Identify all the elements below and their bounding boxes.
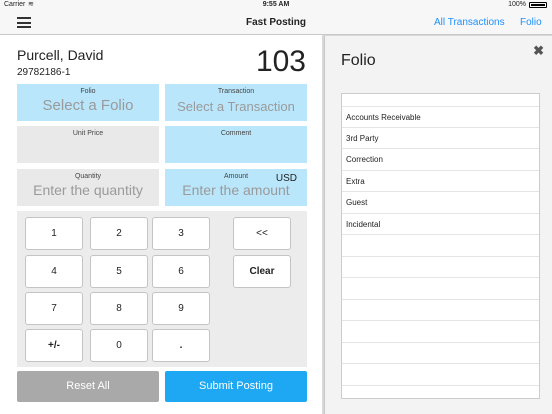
transaction-field-label: Transaction	[217, 88, 255, 95]
key-3[interactable]: 3	[152, 217, 210, 250]
close-icon[interactable]: ✖	[533, 43, 544, 59]
submit-posting-button[interactable]: Submit Posting	[165, 371, 307, 402]
comment-field[interactable]: Comment	[165, 126, 307, 163]
nav-bar: Fast Posting All Transactions Folio	[0, 10, 552, 35]
key-8[interactable]: 8	[90, 292, 148, 325]
list-item[interactable]: Incidental	[342, 214, 539, 235]
empty-row	[342, 343, 539, 364]
key-0[interactable]: 0	[90, 329, 148, 362]
all-transactions-link[interactable]: All Transactions	[434, 17, 505, 28]
empty-row	[342, 235, 539, 257]
comment-label: Comment	[220, 130, 252, 137]
amount-placeholder: Enter the amount	[182, 182, 290, 198]
key-4[interactable]: 4	[25, 255, 83, 288]
list-item[interactable]: Guest	[342, 192, 539, 214]
folio-field-label: Folio	[80, 88, 96, 95]
key-9[interactable]: 9	[152, 292, 210, 325]
quantity-field[interactable]: Quantity Enter the quantity	[17, 169, 159, 206]
battery-percent: 100%	[508, 1, 526, 8]
folio-panel: Folio ✖ Accounts Receivable 3rd Party Co…	[324, 36, 552, 414]
amount-field[interactable]: Amount USD Enter the amount	[165, 169, 307, 206]
status-time: 9:55 AM	[262, 1, 290, 8]
key-7[interactable]: 7	[25, 292, 83, 325]
key-1[interactable]: 1	[25, 217, 83, 250]
posting-panel: Purcell, David 29782186-1 103 Folio Sele…	[0, 35, 322, 414]
folio-panel-title: Folio	[341, 52, 376, 69]
status-bar: Carrier ≋ 9:55 AM 100%	[0, 0, 552, 10]
unit-price-field[interactable]: Unit Price	[17, 126, 159, 163]
list-item[interactable]: Correction	[342, 149, 539, 171]
backspace-key[interactable]: <<	[233, 217, 291, 250]
key-2[interactable]: 2	[90, 217, 148, 250]
folio-field[interactable]: Folio Select a Folio	[17, 84, 159, 121]
battery-icon	[529, 2, 547, 8]
unit-price-label: Unit Price	[72, 130, 104, 137]
currency-label: USD	[275, 173, 297, 184]
sign-toggle-key[interactable]: +/-	[25, 329, 83, 362]
empty-row	[342, 278, 539, 300]
key-6[interactable]: 6	[152, 255, 210, 288]
empty-row	[342, 321, 539, 343]
empty-row	[342, 300, 539, 321]
list-item[interactable]: 3rd Party	[342, 128, 539, 149]
hamburger-menu-icon[interactable]	[17, 17, 31, 28]
transaction-field[interactable]: Transaction Select a Transaction	[165, 84, 307, 121]
guest-name: Purcell, David	[17, 47, 104, 63]
room-number: 103	[255, 45, 306, 78]
quantity-label: Quantity	[74, 173, 102, 180]
transaction-field-placeholder: Select a Transaction	[177, 99, 295, 114]
folio-link[interactable]: Folio	[520, 17, 542, 28]
quantity-placeholder: Enter the quantity	[33, 182, 143, 198]
folio-list: Accounts Receivable 3rd Party Correction…	[341, 93, 540, 399]
clear-key[interactable]: Clear	[233, 255, 291, 288]
list-item[interactable]: Extra	[342, 171, 539, 192]
keypad: 1 2 3 << 4 5 6 Clear 7 8 9 +/- 0 .	[17, 211, 307, 367]
decimal-key[interactable]: .	[152, 329, 210, 362]
empty-row	[342, 364, 539, 386]
empty-row	[342, 257, 539, 278]
guest-id: 29782186-1	[17, 67, 71, 78]
list-item[interactable]: Accounts Receivable	[342, 106, 539, 128]
key-5[interactable]: 5	[90, 255, 148, 288]
folio-field-placeholder: Select a Folio	[42, 97, 134, 114]
reset-all-button[interactable]: Reset All	[17, 371, 159, 402]
